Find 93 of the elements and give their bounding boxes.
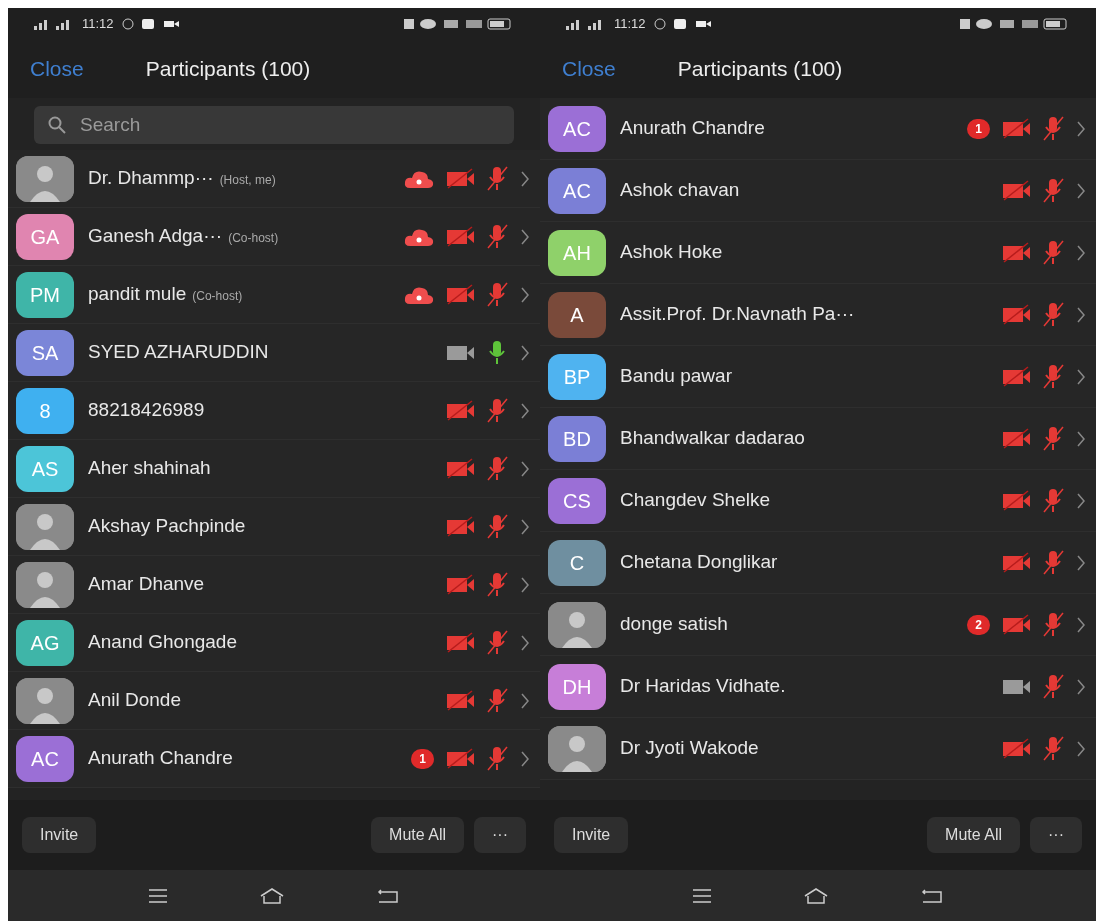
avatar-placeholder xyxy=(548,725,606,772)
chevron-right-icon xyxy=(520,401,530,420)
chevron-right-icon xyxy=(1076,553,1086,572)
notification-icons-drawing xyxy=(653,18,714,30)
chevron-right-icon xyxy=(1076,305,1086,324)
back-icon[interactable] xyxy=(921,887,943,904)
chevron-right-icon xyxy=(520,633,530,652)
avatar-placeholder xyxy=(16,155,74,202)
avatar: CS xyxy=(548,477,606,524)
participant-name: Ashok Hoke xyxy=(620,240,723,265)
participant-name: Ganesh Adga··· xyxy=(88,224,223,249)
avatar: AC xyxy=(16,735,74,782)
avatar-placeholder xyxy=(16,503,74,550)
participant-name: Bhandwalkar dadarao xyxy=(620,426,805,451)
participant-name: Ashok chavan xyxy=(620,178,740,203)
avatar: A xyxy=(548,291,606,338)
participant-name: Dr Jyoti Wakode xyxy=(620,736,759,761)
participant-name: Anurath Chandre xyxy=(88,746,233,771)
home-icon[interactable] xyxy=(259,886,285,905)
avatar: BD xyxy=(548,415,606,462)
back-icon[interactable] xyxy=(377,887,399,904)
avatar: DH xyxy=(548,663,606,710)
chat-count-badge: 2 xyxy=(967,614,990,635)
mute-all-button[interactable]: Mute All xyxy=(371,817,464,853)
menu-icon[interactable] xyxy=(693,888,711,903)
participant-name: Assit.Prof. Dr.Navnath Pa··· xyxy=(620,302,855,327)
status-time: 11:12 xyxy=(82,15,114,34)
chevron-right-icon xyxy=(1076,739,1086,758)
menu-icon[interactable] xyxy=(149,888,167,903)
avatar: BP xyxy=(548,353,606,400)
chevron-right-icon xyxy=(520,459,530,478)
participant-name: Dr Haridas Vidhate. xyxy=(620,674,786,699)
chevron-right-icon xyxy=(1076,181,1086,200)
participant-name: Amar Dhanve xyxy=(88,572,205,597)
chevron-right-icon xyxy=(520,575,530,594)
chevron-right-icon xyxy=(520,285,530,304)
close-link[interactable]: Close xyxy=(30,53,84,85)
notification-icons-drawing xyxy=(121,18,182,30)
participant-name: pandit mule xyxy=(88,282,187,307)
chevron-right-icon xyxy=(520,749,530,768)
chevron-right-icon xyxy=(520,691,530,710)
avatar: AC xyxy=(548,105,606,152)
chevron-right-icon xyxy=(520,517,530,536)
avatar: PM xyxy=(16,271,74,318)
participant-role: (Host, me) xyxy=(219,172,276,190)
participant-name: Anand Ghongade xyxy=(88,630,237,655)
participant-name: Changdev Shelke xyxy=(620,488,770,513)
invite-button[interactable]: Invite xyxy=(22,817,97,853)
chevron-right-icon xyxy=(1076,119,1086,138)
participant-name: SYED AZHARUDDIN xyxy=(88,340,269,365)
chevron-right-icon xyxy=(520,169,530,188)
participant-role: (Co-host) xyxy=(192,288,243,306)
more-button[interactable]: ··· xyxy=(474,817,526,853)
participant-name: Akshay Pachpinde xyxy=(88,514,246,539)
chevron-right-icon xyxy=(1076,367,1086,386)
avatar: AG xyxy=(16,619,74,666)
invite-button[interactable]: Invite xyxy=(554,817,629,853)
avatar-placeholder xyxy=(548,601,606,648)
home-icon[interactable] xyxy=(803,886,829,905)
participant-name: Chetana Donglikar xyxy=(620,550,778,575)
participant-name: donge satish xyxy=(620,612,728,637)
chevron-right-icon xyxy=(1076,429,1086,448)
participant-name: Bandu pawar xyxy=(620,364,732,389)
status-time: 11:12 xyxy=(614,15,646,34)
chevron-right-icon xyxy=(520,227,530,246)
avatar: GA xyxy=(16,213,74,260)
avatar-placeholder xyxy=(16,561,74,608)
avatar: AC xyxy=(548,167,606,214)
participant-role: (Co-host) xyxy=(228,230,279,248)
chevron-right-icon xyxy=(1076,677,1086,696)
participant-name: Dr. Dhammp··· xyxy=(88,166,214,191)
mute-all-button[interactable]: Mute All xyxy=(927,817,1020,853)
avatar: AS xyxy=(16,445,74,492)
close-link[interactable]: Close xyxy=(562,53,616,85)
chevron-right-icon xyxy=(520,343,530,362)
panel-title: Participants (100) xyxy=(145,56,311,83)
more-button[interactable]: ··· xyxy=(1030,817,1082,853)
avatar: SA xyxy=(16,329,74,376)
avatar-placeholder xyxy=(16,677,74,724)
chevron-right-icon xyxy=(1076,491,1086,510)
participant-name: Anil Donde xyxy=(88,688,181,713)
chevron-right-icon xyxy=(1076,615,1086,634)
participant-name: 88218426989 xyxy=(88,398,205,423)
avatar: AH xyxy=(548,229,606,276)
panel-title: Participants (100) xyxy=(677,56,843,83)
search-field[interactable]: Search xyxy=(34,106,514,144)
chevron-right-icon xyxy=(1076,243,1086,262)
avatar: 8 xyxy=(16,387,74,434)
participant-name: Aher shahinah xyxy=(88,456,211,481)
chat-count-badge: 1 xyxy=(967,118,990,139)
chat-count-badge: 1 xyxy=(411,748,434,769)
participant-name: Anurath Chandre xyxy=(620,116,765,141)
avatar: C xyxy=(548,539,606,586)
